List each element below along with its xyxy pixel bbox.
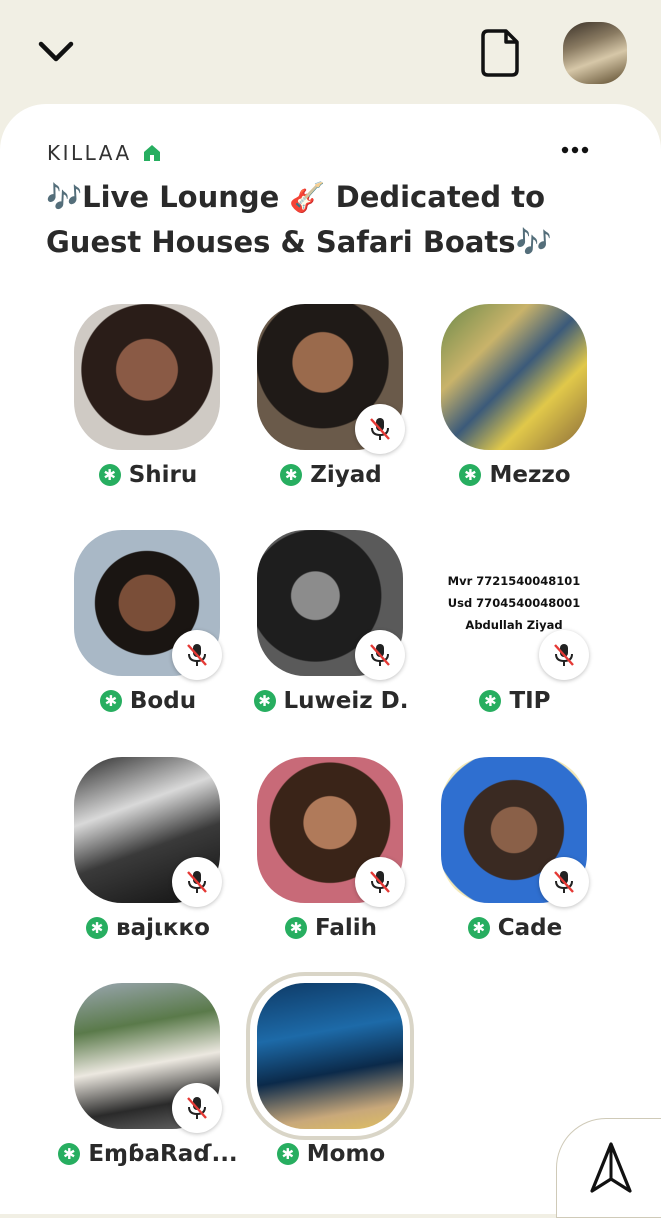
- moderator-badge-icon: ✱: [280, 464, 303, 486]
- avatar: [257, 983, 403, 1129]
- tip-line-2: Usd 7704540048001: [447, 596, 581, 610]
- chevron-down-icon: [38, 41, 74, 62]
- more-options-button[interactable]: [556, 136, 594, 164]
- muted-mic-icon: [172, 1083, 222, 1133]
- speaker-name: TIP: [509, 688, 551, 714]
- moderator-badge-icon: ✱: [58, 1143, 81, 1165]
- muted-mic-icon: [539, 857, 589, 907]
- moderator-badge-icon: ✱: [276, 1143, 299, 1165]
- tip-line-1: Mvr 7721540048101: [447, 574, 581, 588]
- moderator-badge-icon: ✱: [459, 464, 482, 486]
- speaker-name: Cade: [497, 915, 563, 941]
- moderator-badge-icon: ✱: [98, 464, 121, 486]
- tip-line-3: Abdullah Ziyad: [465, 618, 563, 632]
- document-icon: [481, 29, 519, 77]
- speaker-name: Ziyad: [310, 462, 382, 488]
- avatar: [441, 304, 587, 450]
- more-dots-icon: [561, 146, 589, 154]
- speaker-tile[interactable]: Mvr 7721540048101 Usd 7704540048001 Abdu…: [427, 530, 603, 730]
- speaker-name: Shiru: [128, 462, 198, 488]
- moderator-badge-icon: ✱: [467, 917, 490, 939]
- moderator-badge-icon: ✱: [253, 690, 276, 712]
- collapse-room-button[interactable]: [30, 30, 82, 74]
- speaker-name: Luweiz D.: [283, 688, 409, 714]
- speaker-name: вајιккo: [116, 915, 210, 941]
- club-header[interactable]: KILLAA: [47, 141, 162, 165]
- profile-avatar[interactable]: [563, 22, 627, 84]
- speaker-tile[interactable]: ✱ Falih: [243, 757, 419, 957]
- speaker-name: Falih: [314, 915, 378, 941]
- speaker-name: Bodu: [129, 688, 197, 714]
- club-name: KILLAA: [47, 141, 132, 165]
- muted-mic-icon: [172, 857, 222, 907]
- muted-mic-icon: [172, 630, 222, 680]
- speaker-tile[interactable]: ✱ Shiru: [60, 304, 236, 504]
- muted-mic-icon: [355, 857, 405, 907]
- speaker-tile[interactable]: ✱ вајιккo: [60, 757, 236, 957]
- muted-mic-icon: [355, 404, 405, 454]
- speaker-name: Mezzo: [489, 462, 571, 488]
- moderator-badge-icon: ✱: [479, 690, 502, 712]
- speaker-tile[interactable]: ✱ Mezzo: [427, 304, 603, 504]
- speaker-name: EɱɓaRaɗ...: [88, 1141, 238, 1167]
- paper-plane-icon: [590, 1142, 632, 1193]
- speaker-name: Momo: [306, 1141, 386, 1167]
- home-icon: [143, 145, 160, 161]
- speaker-tile[interactable]: ✱ EɱɓaRaɗ...: [58, 983, 238, 1183]
- room-title: 🎶Live Lounge 🎸 Dedicated to Guest Houses…: [46, 180, 552, 259]
- speaker-tile[interactable]: ✱ Cade: [427, 757, 603, 957]
- speaker-tile[interactable]: ✱ Momo: [243, 983, 419, 1183]
- share-button[interactable]: [556, 1118, 661, 1218]
- moderator-badge-icon: ✱: [86, 917, 109, 939]
- top-bar: [0, 0, 661, 110]
- muted-mic-icon: [355, 630, 405, 680]
- speaker-tile[interactable]: ✱ Bodu: [60, 530, 236, 730]
- avatar: [74, 304, 220, 450]
- speaker-tile[interactable]: ✱ Luweiz D.: [243, 530, 419, 730]
- muted-mic-icon: [539, 630, 589, 680]
- moderator-badge-icon: ✱: [284, 917, 307, 939]
- speaker-tile[interactable]: ✱ Ziyad: [243, 304, 419, 504]
- document-button[interactable]: [476, 26, 524, 80]
- moderator-badge-icon: ✱: [99, 690, 122, 712]
